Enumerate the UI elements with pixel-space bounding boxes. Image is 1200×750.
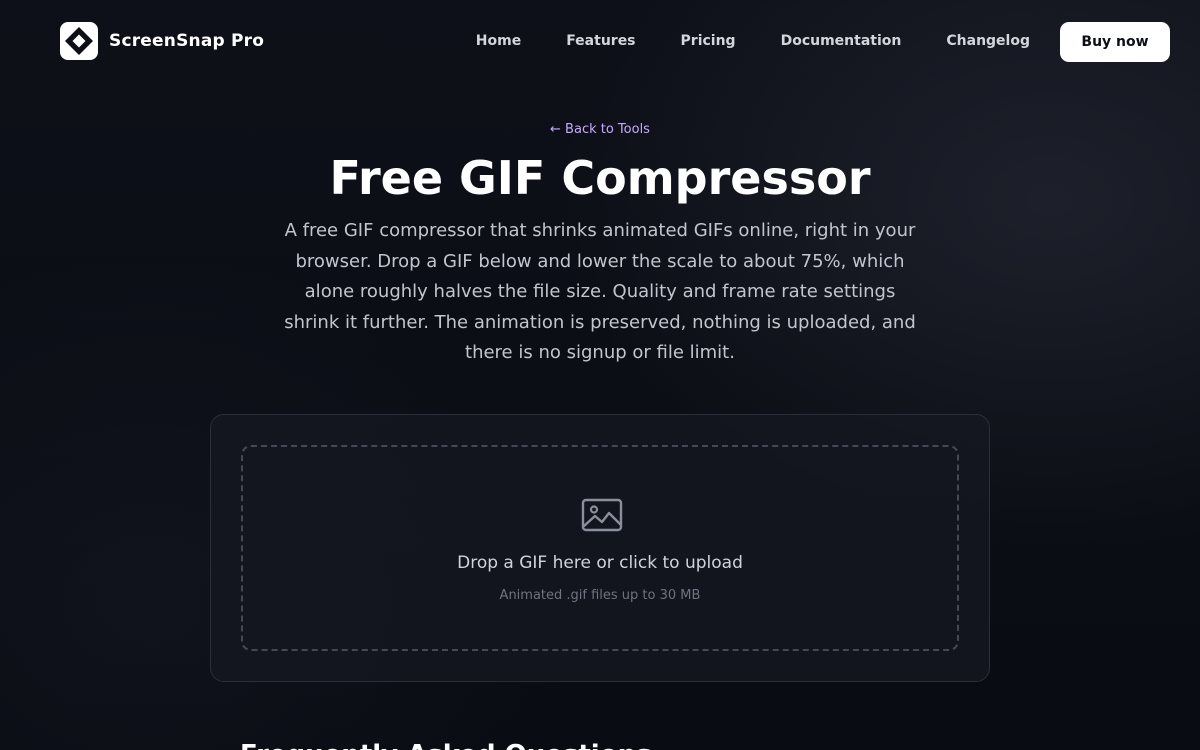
buy-now-button[interactable]: Buy now bbox=[1060, 22, 1170, 62]
back-to-tools-link[interactable]: ← Back to Tools bbox=[0, 122, 1200, 137]
brand-name: ScreenSnap Pro bbox=[109, 31, 265, 51]
dropzone-title: Drop a GIF here or click to upload bbox=[457, 553, 743, 573]
nav-pricing[interactable]: Pricing bbox=[681, 33, 736, 49]
gif-dropzone[interactable]: Drop a GIF here or click to upload Anima… bbox=[241, 445, 959, 651]
main-nav: Home Features Pricing Documentation Chan… bbox=[431, 22, 1030, 60]
page-description: A free GIF compressor that shrinks anima… bbox=[284, 220, 916, 363]
nav-changelog[interactable]: Changelog bbox=[946, 33, 1030, 49]
upload-card: Drop a GIF here or click to upload Anima… bbox=[210, 414, 990, 682]
site-header: ScreenSnap Pro Home Features Pricing Doc… bbox=[0, 0, 1200, 82]
page-title: Free GIF Compressor bbox=[329, 151, 871, 205]
dropzone-subtitle: Animated .gif files up to 30 MB bbox=[499, 588, 701, 603]
diamond-logo-icon bbox=[60, 22, 98, 60]
page: ScreenSnap Pro Home Features Pricing Doc… bbox=[0, 0, 1200, 750]
nav-home[interactable]: Home bbox=[476, 33, 521, 49]
nav-features[interactable]: Features bbox=[566, 33, 635, 49]
brand-logo-link[interactable]: ScreenSnap Pro bbox=[60, 22, 264, 60]
faq-heading: Frequently Asked Questions bbox=[240, 740, 652, 750]
image-icon bbox=[580, 497, 624, 533]
nav-documentation[interactable]: Documentation bbox=[781, 33, 902, 49]
